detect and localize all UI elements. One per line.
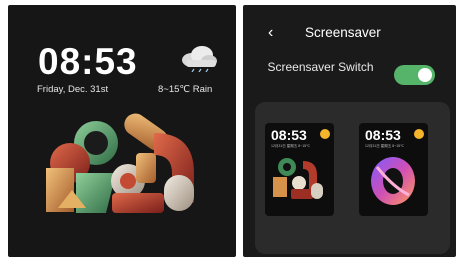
sun-icon [320, 129, 330, 139]
preview-meta: 12月31日 星期五 8~15℃ [271, 144, 311, 148]
lockscreen-screen: 08:53 Friday, Dec. 31st 8~15℃ Rain [8, 5, 236, 257]
screensaver-toggle[interactable] [394, 65, 435, 85]
screensaver-settings-screen: ‹ Screensaver Screensaver Switch 08:53 1… [243, 5, 456, 257]
preview-artwork-swirl [371, 157, 415, 205]
screensaver-preview-panel: 08:53 12月31日 星期五 8~15℃ 08:53 12月31日 星期五 … [255, 102, 450, 254]
preview-time: 08:53 [271, 127, 307, 143]
weather-label: 8~15℃ Rain [158, 84, 213, 95]
screensaver-switch-label: Screensaver Switch [267, 60, 374, 74]
back-arrow-icon[interactable]: ‹ [268, 25, 273, 41]
page-title: Screensaver [305, 25, 381, 40]
date-label: Friday, Dec. 31st [37, 84, 109, 95]
clock-time: 08:53 [38, 41, 138, 82]
sun-icon [414, 129, 424, 139]
screensaver-preview-2[interactable]: 08:53 12月31日 星期五 8~15℃ [359, 123, 428, 216]
screensaver-preview-1[interactable]: 08:53 12月31日 星期五 8~15℃ [265, 123, 334, 216]
toggle-knob [418, 68, 432, 82]
preview-time: 08:53 [365, 127, 401, 143]
abstract-artwork [46, 113, 194, 213]
preview-meta: 12月31日 星期五 8~15℃ [365, 144, 405, 148]
preview-artwork-blocks [273, 158, 323, 199]
cloud-rain-icon [182, 46, 217, 72]
